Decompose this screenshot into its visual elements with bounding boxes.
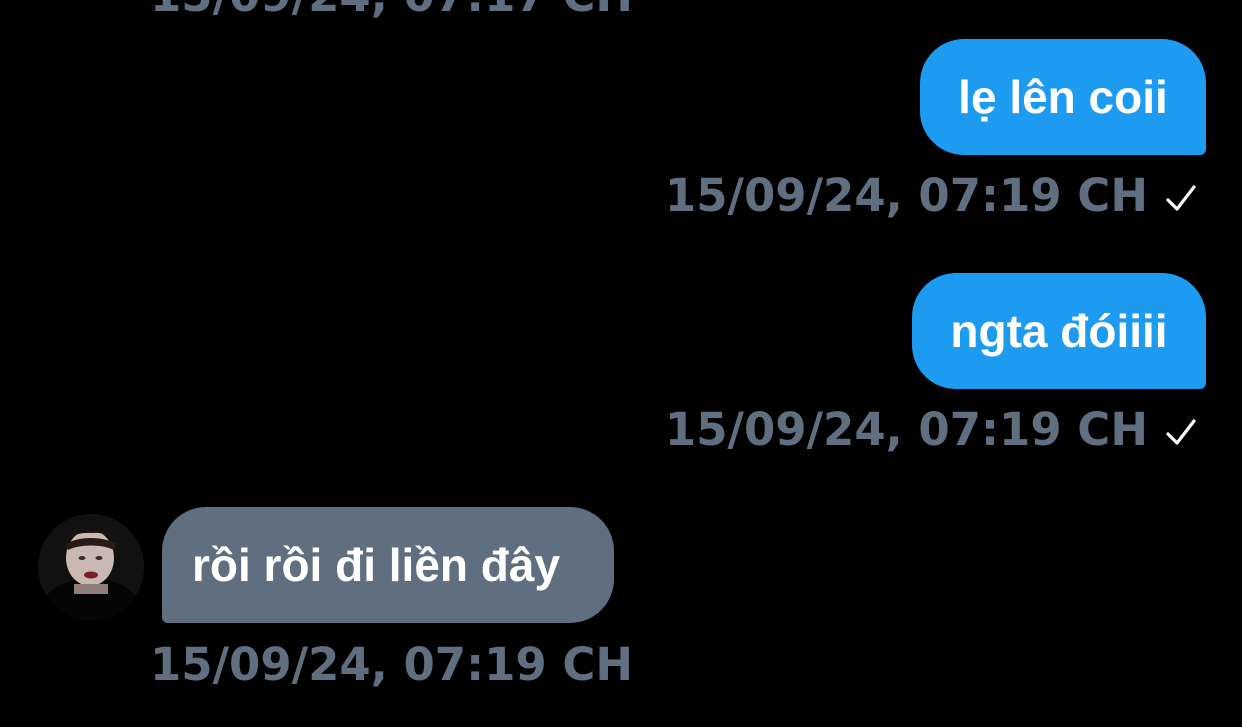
outgoing-message-bubble[interactable]: lẹ lên coii	[920, 39, 1206, 155]
avatar[interactable]	[38, 514, 144, 620]
message-text: lẹ lên coii	[958, 71, 1168, 123]
check-icon	[1166, 419, 1196, 445]
outgoing-message-bubble[interactable]: ngta đóiiii	[912, 273, 1206, 389]
message-timestamp: 15/09/24, 07:19 CH	[150, 638, 634, 691]
avatar-photo	[38, 514, 144, 620]
check-icon	[1166, 185, 1196, 211]
message-timestamp: 15/09/24, 07:19 CH	[664, 403, 1148, 456]
incoming-message-bubble[interactable]: rồi rồi đi liền đây	[162, 507, 614, 623]
message-text: rồi rồi đi liền đây	[192, 539, 561, 591]
message-timestamp: 15/09/24, 07:17 CH	[150, 0, 633, 22]
message-timestamp: 15/09/24, 07:19 CH	[664, 169, 1148, 222]
message-text: ngta đóiiii	[950, 305, 1168, 357]
